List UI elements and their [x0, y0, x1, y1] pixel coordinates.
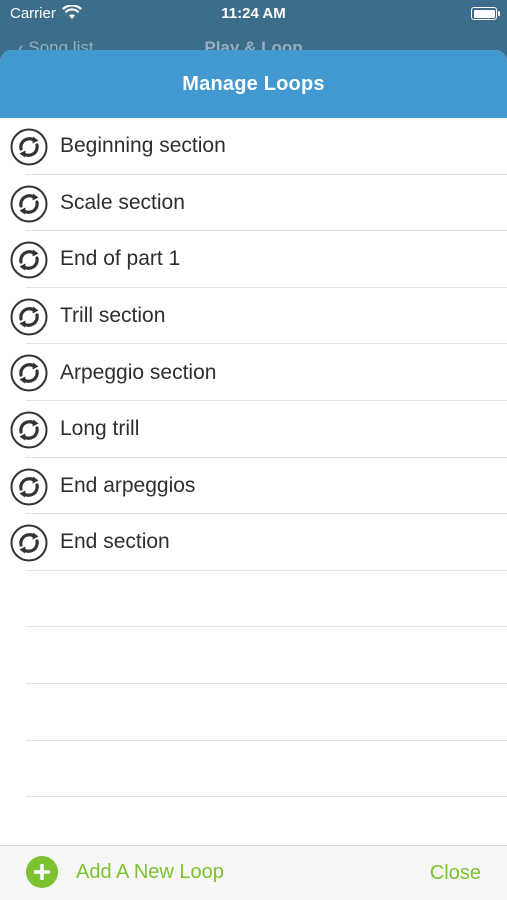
status-time: 11:24 AM: [221, 5, 286, 22]
loop-row[interactable]: Trill section: [0, 288, 507, 345]
loop-list: Beginning section Scale section End of par…: [0, 118, 507, 854]
plus-circle-icon: [26, 856, 58, 888]
sheet-header: Manage Loops: [0, 50, 507, 118]
loop-row[interactable]: End arpeggios: [0, 458, 507, 515]
loop-row[interactable]: Arpeggio section: [0, 344, 507, 401]
battery-icon: [471, 7, 500, 20]
close-button[interactable]: Close: [430, 862, 481, 885]
add-new-loop-label: Add A New Loop: [76, 860, 224, 883]
loop-label: Scale section: [60, 190, 185, 214]
loop-row[interactable]: End section: [0, 514, 507, 571]
loop-row[interactable]: Beginning section: [0, 118, 507, 175]
loop-label: Beginning section: [60, 134, 226, 158]
loop-label: Long trill: [60, 417, 140, 441]
loop-icon: [10, 354, 48, 392]
sheet-title: Manage Loops: [182, 72, 325, 95]
loop-label: Arpeggio section: [60, 360, 217, 384]
add-new-loop-button[interactable]: Add A New Loop: [26, 856, 224, 888]
loop-icon: [10, 128, 48, 166]
loop-label: End of part 1: [60, 247, 181, 271]
loop-icon: [10, 298, 48, 336]
manage-loops-sheet: Manage Loops Beginning section Scale sect…: [0, 50, 507, 900]
loop-row[interactable]: Long trill: [0, 401, 507, 458]
loop-row[interactable]: Scale section: [0, 175, 507, 232]
bottom-toolbar: Add A New Loop Close: [0, 845, 507, 900]
loop-icon: [10, 524, 48, 562]
status-bar: Carrier 11:24 AM: [0, 0, 507, 28]
loop-icon: [10, 241, 48, 279]
loop-icon: [10, 185, 48, 223]
empty-row: [0, 741, 507, 798]
loop-label: End arpeggios: [60, 473, 196, 497]
loop-icon: [10, 411, 48, 449]
loop-label: End section: [60, 530, 170, 554]
loop-label: Trill section: [60, 304, 166, 328]
loop-row[interactable]: End of part 1: [0, 231, 507, 288]
empty-row: [0, 684, 507, 741]
loop-icon: [10, 468, 48, 506]
empty-row: [0, 627, 507, 684]
empty-row: [0, 571, 507, 628]
